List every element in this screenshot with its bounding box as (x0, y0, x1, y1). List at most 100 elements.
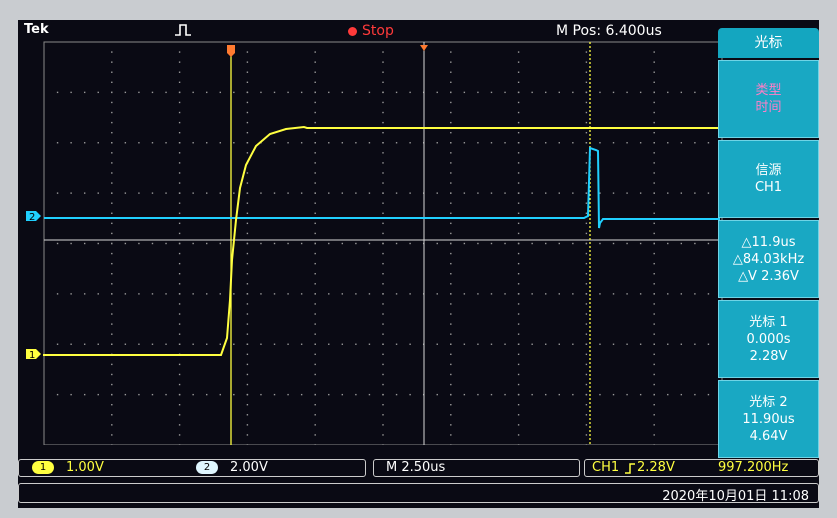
grid-dot (667, 192, 669, 194)
grid-dot (585, 313, 588, 315)
grid-dot (450, 444, 452, 445)
grid-dot (517, 71, 520, 73)
grid-dot (328, 343, 330, 345)
grid-dot (124, 192, 127, 194)
grid-dot (585, 434, 588, 436)
grid-dot (56, 91, 59, 94)
grid-dot (639, 142, 642, 144)
grid-dot (111, 91, 113, 94)
menu-btn-line: 信源 (755, 163, 782, 178)
grid-dot (97, 142, 99, 144)
grid-dot (382, 343, 384, 345)
ch1-badge[interactable]: 1 (32, 461, 54, 474)
grid-dot (490, 91, 493, 94)
grid-dot (680, 293, 683, 295)
grid-dot (382, 71, 384, 73)
grid-dot (450, 91, 452, 94)
grid-dot (111, 61, 113, 63)
grid-dot (382, 131, 384, 134)
grid-dot (599, 91, 601, 94)
ch2-badge[interactable]: 2 (196, 461, 218, 474)
grid-dot (585, 162, 588, 164)
grid-dot (314, 303, 316, 305)
grid-dot (707, 242, 710, 245)
ch1-ground-marker[interactable]: 1 (26, 349, 41, 361)
grid-dot (531, 242, 533, 245)
grid-dot (178, 192, 181, 194)
grid-dot (707, 91, 710, 94)
grid-dot (382, 101, 384, 104)
menu-btn-source[interactable]: 信源 CH1 (718, 140, 819, 218)
grid-dot (314, 424, 316, 426)
grid-dot (246, 363, 249, 366)
grid-dot (246, 172, 249, 174)
grid-dot (680, 393, 683, 396)
grid-dot (653, 172, 655, 174)
waveform-plot: 2 1 (26, 41, 723, 445)
grid-dot (653, 121, 655, 124)
grid-dot (395, 343, 398, 345)
grid-dot (382, 363, 384, 366)
grid-dot (653, 373, 655, 376)
grid-dot (151, 343, 154, 345)
grid-dot (178, 363, 181, 366)
grid-dot (368, 242, 371, 245)
ch1-scale: 1.00V (66, 460, 104, 475)
grid-dot (178, 182, 181, 184)
menu-btn-cursor-1[interactable]: 光标 1 0.000s 2.28V (718, 300, 819, 378)
grid-dot (341, 293, 344, 295)
grid-dot (328, 192, 330, 194)
grid-dot (450, 373, 452, 376)
menu-btn-type[interactable]: 类型 时间 (718, 60, 819, 138)
grid-dot (246, 353, 249, 356)
menu-btn-cursor-2[interactable]: 光标 2 11.90us 4.64V (718, 380, 819, 458)
grid-dot (450, 283, 452, 285)
grid-dot (612, 242, 615, 245)
grid-dot (707, 293, 710, 295)
grid-dot (111, 172, 113, 174)
grid-dot (490, 393, 493, 396)
grid-dot (178, 81, 181, 83)
grid-dot (314, 252, 316, 255)
grid-dot (477, 343, 479, 345)
grid-dot (667, 293, 669, 295)
trigger-frequency: 997.200Hz (718, 460, 789, 475)
menu-btn-delta[interactable]: △11.9us △84.03kHz △V 2.36V (718, 220, 819, 298)
grid-dot (450, 323, 452, 325)
grid-dot (653, 383, 655, 386)
grid-dot (572, 91, 574, 94)
grid-dot (653, 192, 655, 194)
grid-dot (517, 81, 520, 83)
grid-dot (314, 383, 316, 386)
grid-dot (246, 373, 249, 376)
grid-dot (382, 293, 384, 295)
grid-dot (409, 242, 411, 245)
grid-dot (450, 404, 452, 406)
grid-dot (314, 162, 316, 164)
grid-dot (314, 343, 316, 345)
grid-dot (178, 323, 181, 325)
grid-dot (653, 273, 655, 275)
grid-dot (314, 131, 316, 134)
grid-dot (707, 142, 710, 144)
grid-dot (545, 192, 547, 194)
grid-dot (246, 192, 249, 194)
grid-dot (192, 142, 194, 144)
grid-dot (124, 142, 127, 144)
grid-dot (626, 393, 628, 396)
grid-dot (653, 283, 655, 285)
grid-dot (585, 424, 588, 426)
grid-dot (246, 61, 249, 63)
grid-dot (300, 142, 303, 144)
grid-dot (111, 404, 113, 406)
grid-dot (178, 91, 181, 94)
ch2-ground-marker[interactable]: 2 (26, 211, 41, 223)
rising-edge-icon (625, 463, 635, 474)
grid-dot (111, 363, 113, 366)
grid-dot (111, 111, 113, 114)
grid-dot (111, 414, 113, 416)
grid-dot (450, 61, 452, 63)
grid-dot (355, 91, 357, 94)
grid-dot (83, 393, 86, 396)
grid-dot (409, 192, 411, 194)
